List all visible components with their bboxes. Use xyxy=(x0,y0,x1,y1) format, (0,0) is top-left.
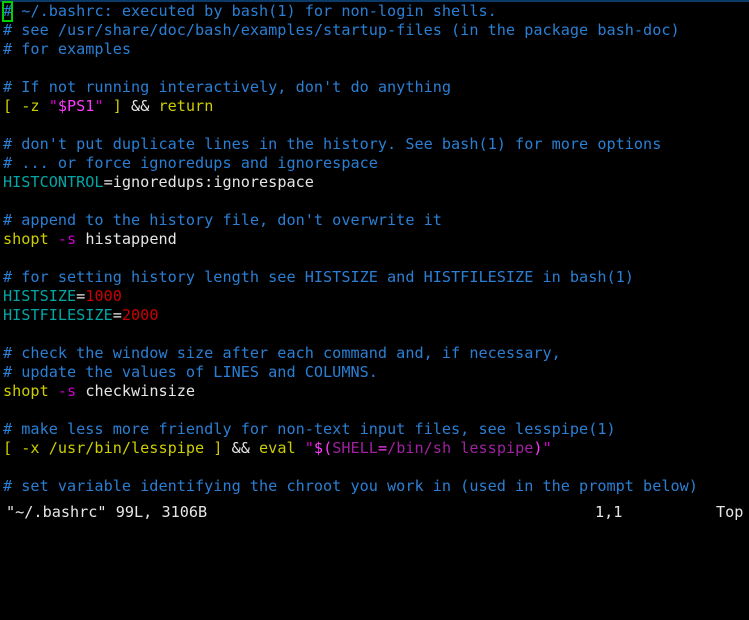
code-token: = xyxy=(76,287,86,305)
status-file-info: "~/.bashrc" 99L, 3106B xyxy=(6,503,208,521)
text-cursor: # xyxy=(1,1,14,22)
buffer-line[interactable]: [ -z "$PS1" ] && return xyxy=(0,97,749,116)
terminal-window: # ~/.bashrc: executed by bash(1) for non… xyxy=(0,0,749,524)
code-token: # ... or force ignoredups and ignorespac… xyxy=(3,154,378,172)
vim-status-line: "~/.bashrc" 99L, 3106B 1,1 Top xyxy=(0,500,749,524)
code-token: ] xyxy=(103,97,132,115)
code-token: # If not running interactively, don't do… xyxy=(3,78,452,96)
buffer-line[interactable]: # see /usr/share/doc/bash/examples/start… xyxy=(0,21,749,40)
code-token: # make less more friendly for non-text i… xyxy=(3,420,616,438)
code-token: [ -x /usr/bin/lesspipe ] xyxy=(3,439,232,457)
buffer-line[interactable]: # set variable identifying the chroot yo… xyxy=(0,477,749,496)
code-token: " xyxy=(48,97,58,115)
buffer-line[interactable]: [ -x /usr/bin/lesspipe ] && eval "$(SHEL… xyxy=(0,439,749,458)
status-scroll-position: Top xyxy=(716,503,744,521)
buffer-line[interactable]: # for setting history length see HISTSIZ… xyxy=(0,268,749,287)
code-token: " xyxy=(542,439,552,457)
buffer-line[interactable] xyxy=(0,59,749,78)
buffer-line[interactable]: # for examples xyxy=(0,40,749,59)
code-token: histappend xyxy=(76,230,177,248)
buffer-line[interactable]: shopt -s histappend xyxy=(0,230,749,249)
status-cursor-position: 1,1 xyxy=(595,503,623,521)
code-token: shopt xyxy=(3,382,49,400)
code-token: = xyxy=(377,439,388,457)
code-token: 2000 xyxy=(121,306,159,324)
buffer-line[interactable] xyxy=(0,192,749,211)
buffer-line[interactable] xyxy=(0,116,749,135)
code-token: $( xyxy=(313,439,333,457)
code-token: = xyxy=(112,306,122,324)
code-token: shopt xyxy=(3,230,49,248)
code-token: # set variable identifying the chroot yo… xyxy=(3,477,698,495)
code-token: # don't put duplicate lines in the histo… xyxy=(3,135,662,153)
code-token: && xyxy=(131,97,150,115)
code-token: # for examples xyxy=(3,40,132,58)
code-token: /bin/sh lesspipe xyxy=(387,439,534,457)
code-token: ~/.bashrc: executed by bash(1) for non-l… xyxy=(12,2,497,20)
code-token: [ -z xyxy=(3,97,49,115)
buffer-line[interactable]: # ... or force ignoredups and ignorespac… xyxy=(0,154,749,173)
buffer-line[interactable] xyxy=(0,249,749,268)
code-token: HISTFILESIZE xyxy=(3,306,113,324)
code-token: # see /usr/share/doc/bash/examples/start… xyxy=(3,21,680,39)
code-token: # for setting history length see HISTSIZ… xyxy=(3,268,634,286)
code-token: checkwinsize xyxy=(76,382,196,400)
vim-text-buffer[interactable]: # ~/.bashrc: executed by bash(1) for non… xyxy=(0,1,749,496)
buffer-line[interactable]: # update the values of LINES and COLUMNS… xyxy=(0,363,749,382)
buffer-line[interactable]: HISTSIZE=1000 xyxy=(0,287,749,306)
buffer-line[interactable]: # ~/.bashrc: executed by bash(1) for non… xyxy=(0,1,749,22)
code-token: # check the window size after each comma… xyxy=(3,344,561,362)
buffer-line[interactable]: # check the window size after each comma… xyxy=(0,344,749,363)
buffer-line[interactable]: # don't put duplicate lines in the histo… xyxy=(0,135,749,154)
code-token: $PS1 xyxy=(57,97,95,115)
code-token: 1000 xyxy=(85,287,122,305)
code-token: eval xyxy=(249,439,305,457)
buffer-line[interactable] xyxy=(0,401,749,420)
code-token: # update the values of LINES and COLUMNS… xyxy=(3,363,378,381)
code-token: HISTCONTROL xyxy=(3,173,104,191)
buffer-line[interactable]: shopt -s checkwinsize xyxy=(0,382,749,401)
buffer-line[interactable]: HISTCONTROL=ignoredups:ignorespace xyxy=(0,173,749,192)
buffer-line[interactable]: HISTFILESIZE=2000 xyxy=(0,306,749,325)
buffer-line[interactable]: # If not running interactively, don't do… xyxy=(0,78,749,97)
code-token: -s xyxy=(57,382,77,400)
code-token: SHELL xyxy=(332,439,378,457)
code-token: ) xyxy=(533,439,543,457)
code-token: return xyxy=(149,97,214,115)
code-token: " xyxy=(304,439,314,457)
code-token: HISTSIZE xyxy=(3,287,77,305)
buffer-line[interactable] xyxy=(0,325,749,344)
buffer-line[interactable]: # make less more friendly for non-text i… xyxy=(0,420,749,439)
buffer-line[interactable]: # append to the history file, don't over… xyxy=(0,211,749,230)
code-token: =ignoredups:ignorespace xyxy=(103,173,314,191)
code-token: && xyxy=(231,439,250,457)
buffer-line[interactable] xyxy=(0,458,749,477)
code-token: " xyxy=(94,97,104,115)
code-token: -s xyxy=(57,230,77,248)
code-token: # append to the history file, don't over… xyxy=(3,211,442,229)
